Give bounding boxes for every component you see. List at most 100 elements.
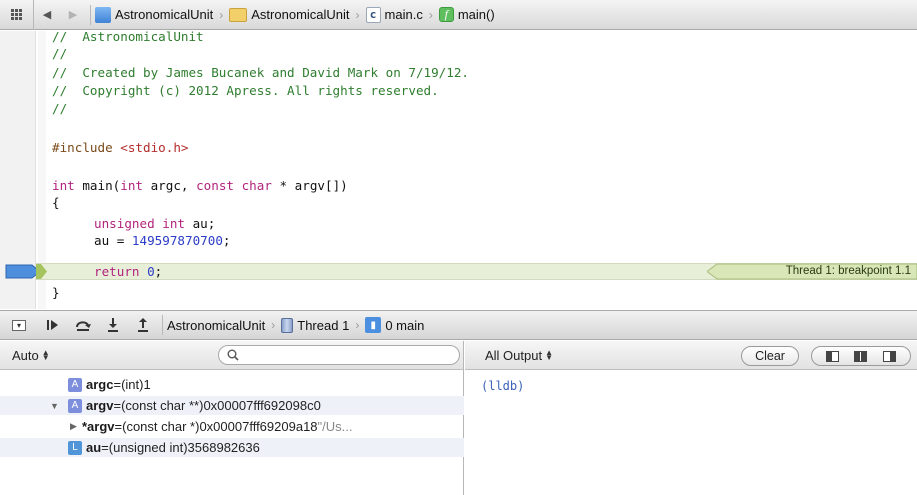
variable-row-argv[interactable]: ▼ A argv = (const char **) 0x00007fff692… — [0, 396, 464, 415]
console-output[interactable]: (lldb) — [481, 379, 524, 393]
chevron-right-icon: › — [355, 318, 360, 332]
breadcrumb-project[interactable]: AstronomicalUnit › — [95, 6, 229, 23]
show-variables-only-icon[interactable] — [825, 350, 839, 362]
local-badge-icon: L — [68, 440, 82, 455]
grid-icon — [11, 9, 22, 20]
debug-breadcrumb-thread[interactable]: Thread 1 › — [281, 317, 365, 333]
console-header: All Output ▲ ▼ Clear — [465, 341, 917, 370]
code-text: au = — [94, 233, 132, 248]
breadcrumb-label: Thread 1 — [297, 317, 350, 333]
step-over-button[interactable] — [68, 311, 98, 339]
output-selector[interactable]: All Output ▲ ▼ — [485, 348, 553, 363]
variable-value: 0x00007fff69209a18 — [199, 419, 318, 434]
chevron-right-icon: › — [271, 318, 276, 332]
variable-name: au — [86, 440, 102, 455]
output-selector-label: All Output — [485, 347, 543, 363]
chevron-right-icon: › — [355, 7, 360, 22]
keyword: char — [234, 178, 272, 193]
variable-row-argc[interactable]: A argc = (int) 1 — [0, 375, 464, 394]
step-out-button[interactable] — [128, 311, 158, 339]
show-both-panes-icon[interactable] — [854, 350, 868, 362]
forward-button[interactable]: ▶ — [60, 0, 86, 30]
equals-sign: = — [114, 419, 123, 434]
show-console-only-icon[interactable] — [883, 350, 897, 362]
argument-badge-icon: A — [68, 377, 82, 392]
variable-name: argv — [86, 398, 114, 413]
search-icon — [227, 349, 239, 361]
breakpoint-status-label: Thread 1: breakpoint 1.1 — [785, 265, 911, 277]
scope-selector[interactable]: Auto ▲ ▼ — [12, 348, 50, 363]
separator — [162, 315, 163, 335]
continue-icon — [47, 320, 58, 330]
include-file: <stdio.h> — [120, 140, 189, 155]
function-signature-line: int main(int argc, const char * argv[]) — [52, 177, 348, 194]
function-icon: f — [438, 7, 454, 22]
variable-value: 0x00007fff692098c0 — [203, 398, 321, 413]
variable-summary: "/Us... — [317, 419, 353, 434]
step-into-icon — [108, 318, 118, 332]
breadcrumb-function[interactable]: f main() — [438, 7, 495, 22]
code-text: ; — [154, 264, 163, 279]
keyword: const — [196, 178, 234, 193]
continue-button[interactable] — [38, 311, 68, 339]
source-editor[interactable]: // AstronomicalUnit // // Created by Jam… — [0, 31, 917, 309]
number-literal: 149597870700 — [131, 233, 223, 248]
variable-type: (const char **) — [121, 398, 204, 413]
chevron-right-icon: › — [428, 7, 433, 22]
preprocessor-directive: #include — [52, 140, 113, 155]
code-text: argc, — [143, 178, 197, 193]
open-brace-line: { — [52, 195, 60, 210]
c-file-icon: c — [365, 6, 381, 23]
equals-sign: = — [113, 398, 122, 413]
variables-search-field[interactable] — [218, 345, 460, 365]
variable-value: 1 — [143, 377, 151, 392]
breadcrumb-folder[interactable]: AstronomicalUnit › — [229, 7, 365, 22]
separator — [90, 4, 91, 25]
chevron-right-icon: › — [219, 7, 224, 22]
breadcrumb-file[interactable]: c main.c › — [365, 6, 439, 23]
variables-view: Auto ▲ ▼ A argc = (int) 1 ▼ A argv = (con… — [0, 341, 464, 495]
variable-row-deref-argv[interactable]: ▶ *argv = (const char *) 0x00007fff69209… — [0, 417, 464, 436]
variable-type: (int) — [121, 377, 144, 392]
comment-line: // Copyright (c) 2012 Apress. All rights… — [52, 83, 439, 98]
keyword: unsigned int — [94, 216, 185, 231]
debug-breadcrumb-frame[interactable]: ▮ 0 main — [365, 317, 424, 333]
forward-arrow-icon: ▶ — [68, 9, 78, 21]
back-button[interactable]: ◀ — [34, 0, 60, 30]
disclosure-triangle-collapsed-icon[interactable]: ▶ — [70, 421, 80, 432]
instruction-pointer-icon — [36, 264, 47, 279]
step-out-icon — [138, 318, 148, 332]
debug-view-toggle — [811, 346, 911, 366]
stack-frame-icon: ▮ — [365, 317, 382, 333]
variable-row-au[interactable]: L au = (unsigned int) 3568982636 — [0, 438, 464, 457]
variable-type: (unsigned int) — [108, 440, 188, 455]
debug-breadcrumb-project[interactable]: AstronomicalUnit › — [167, 318, 281, 333]
related-items-button[interactable] — [0, 0, 34, 30]
hide-debug-area-icon: ▾ — [12, 319, 26, 331]
keyword: int — [120, 178, 143, 193]
updown-chevron-icon: ▲ ▼ — [41, 348, 50, 362]
code-text: au; — [185, 216, 216, 231]
include-line: #include <stdio.h> — [52, 139, 189, 156]
breadcrumb-label: 0 main — [385, 317, 425, 333]
equals-sign: = — [113, 377, 122, 392]
equals-sign: = — [101, 440, 109, 455]
comment-line: // AstronomicalUnit — [52, 31, 204, 44]
variables-search-input[interactable] — [243, 348, 443, 362]
breadcrumb-label: main() — [457, 7, 495, 22]
console-view: All Output ▲ ▼ Clear (lldb) — [465, 341, 917, 495]
clear-console-button[interactable]: Clear — [741, 346, 799, 366]
breadcrumb-label: AstronomicalUnit — [115, 7, 214, 22]
step-into-button[interactable] — [98, 311, 128, 339]
disclosure-triangle-expanded-icon[interactable]: ▼ — [50, 401, 60, 411]
comment-line: // — [52, 46, 68, 61]
step-over-icon — [76, 321, 91, 331]
return-line: return 0; — [94, 263, 162, 280]
breadcrumb-label: main.c — [384, 7, 423, 22]
project-icon — [95, 6, 111, 23]
variable-type: (const char *) — [122, 419, 200, 434]
hide-debug-area-button[interactable]: ▾ — [0, 311, 38, 339]
updown-chevron-icon: ▲ ▼ — [545, 348, 554, 362]
folder-icon — [229, 7, 248, 22]
variables-header: Auto ▲ ▼ — [0, 341, 463, 370]
